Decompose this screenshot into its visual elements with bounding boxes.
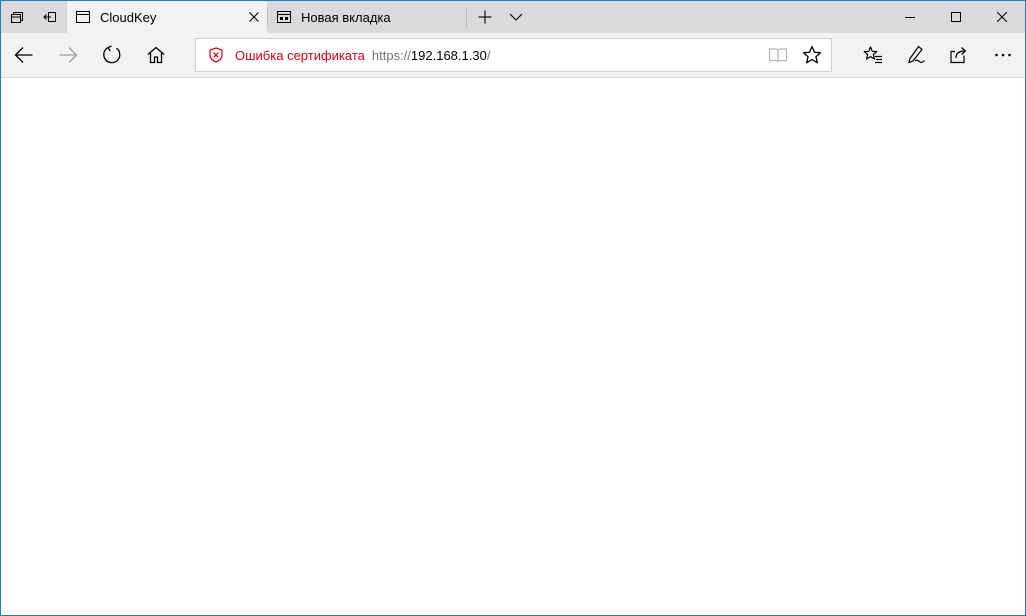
set-tabs-aside-icon[interactable] (1, 1, 33, 33)
title-bar: CloudKey Новая вкладка (1, 1, 1025, 33)
close-tab-icon[interactable] (245, 8, 263, 26)
favorite-star-icon[interactable] (801, 44, 823, 66)
new-tab-icon[interactable] (470, 1, 500, 33)
refresh-icon[interactable] (90, 33, 134, 77)
new-tab-page-icon (276, 9, 292, 25)
url-host: 192.168.1.30 (410, 47, 487, 63)
certificate-error-shield-icon[interactable] (207, 46, 225, 64)
back-arrow-icon[interactable] (2, 33, 46, 77)
url-scheme: https:// (371, 47, 411, 63)
more-ellipsis-icon[interactable] (981, 33, 1025, 77)
page-content-area[interactable] (1, 79, 1025, 615)
certificate-error-label[interactable]: Ошибка сертификата (235, 48, 365, 63)
browser-window: CloudKey Новая вкладка Ошибка сертификат… (0, 0, 1026, 616)
share-icon[interactable] (937, 33, 981, 77)
reading-view-icon[interactable] (767, 45, 789, 65)
tab-title: Новая вкладка (301, 9, 391, 25)
minimize-icon[interactable] (887, 1, 933, 33)
home-icon[interactable] (134, 33, 178, 77)
navigation-bar: Ошибка сертификата https://192.168.1.30/ (1, 33, 1025, 78)
maximize-icon[interactable] (933, 1, 979, 33)
tab-new-tab[interactable]: Новая вкладка (268, 1, 466, 33)
close-window-icon[interactable] (979, 1, 1025, 33)
tab-separator (466, 7, 467, 27)
forward-arrow-icon[interactable] (46, 33, 90, 77)
page-icon (75, 9, 91, 25)
web-note-pen-icon[interactable] (894, 33, 938, 77)
favorites-hub-icon[interactable] (851, 33, 895, 77)
tab-preview-chevron-icon[interactable] (502, 1, 530, 33)
tab-cloudkey[interactable]: CloudKey (67, 1, 267, 33)
restore-tabs-icon[interactable] (34, 1, 66, 33)
address-bar[interactable]: Ошибка сертификата https://192.168.1.30/ (195, 38, 832, 72)
tab-title: CloudKey (100, 9, 157, 25)
url-text[interactable]: https://192.168.1.30/ (372, 48, 491, 63)
url-path: / (486, 47, 491, 63)
